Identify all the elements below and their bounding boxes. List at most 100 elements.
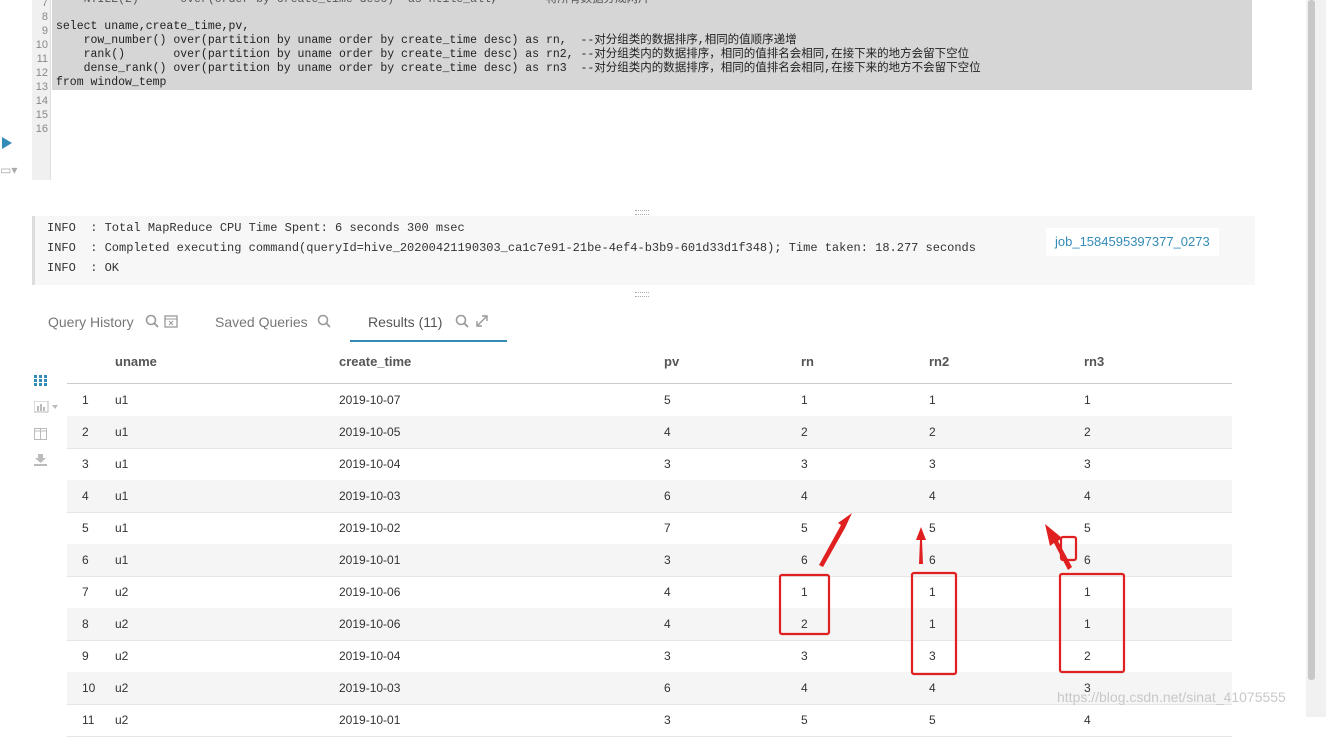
- table-cell: 1: [1084, 393, 1091, 407]
- tab-saved-queries[interactable]: Saved Queries: [215, 314, 308, 330]
- table-cell: 4: [664, 585, 671, 599]
- map-icon[interactable]: ▭▾: [0, 163, 17, 177]
- line-number-gutter: 7 8 9 10 11 12 13 14 15 16: [32, 0, 51, 180]
- page-scrollbar-thumb[interactable]: [1308, 0, 1315, 680]
- table-cell: 2: [1084, 425, 1091, 439]
- line-number: 14: [35, 95, 48, 107]
- tab-results[interactable]: Results (11): [368, 314, 442, 330]
- table-cell: 2019-10-02: [339, 521, 401, 535]
- table-cell: u1: [115, 393, 129, 407]
- row-index: 3: [82, 457, 89, 471]
- table-cell: 5: [801, 713, 808, 727]
- search-icon[interactable]: [317, 314, 331, 331]
- code-line: from window_temp: [56, 76, 167, 89]
- table-cell: 3: [801, 649, 808, 663]
- search-icon[interactable]: [145, 314, 159, 331]
- download-icon[interactable]: [34, 454, 47, 469]
- table-cell: 3: [664, 713, 671, 727]
- column-header[interactable]: rn3: [1084, 354, 1104, 369]
- table-row[interactable]: 8 u2 2019-10-06 4 2 1 1: [67, 608, 1232, 641]
- row-index: 10: [82, 681, 96, 695]
- table-cell: 2019-10-01: [339, 713, 401, 727]
- results-resize-handle[interactable]: [635, 292, 649, 297]
- line-number: 8: [41, 11, 48, 23]
- table-row[interactable]: 3 u1 2019-10-04 3 3 3 3: [67, 448, 1232, 481]
- line-number: 15: [35, 109, 48, 121]
- table-cell: 2019-10-03: [339, 681, 401, 695]
- row-index: 11: [82, 713, 95, 727]
- column-header[interactable]: pv: [664, 354, 679, 369]
- calendar-clear-icon[interactable]: [164, 314, 178, 331]
- row-index: 2: [82, 425, 89, 439]
- table-cell: 2: [801, 617, 808, 631]
- table-cell: 4: [664, 617, 671, 631]
- grid-icon[interactable]: [34, 374, 47, 389]
- table-row[interactable]: 1 u1 2019-10-07 5 1 1 1: [67, 384, 1232, 417]
- table-cell: u2: [115, 713, 129, 727]
- log-resize-handle[interactable]: [635, 210, 649, 215]
- tab-query-history[interactable]: Query History: [48, 314, 134, 330]
- job-link[interactable]: job_1584595397377_0273: [1046, 228, 1219, 256]
- table-cell: 4: [801, 489, 808, 503]
- table-cell: 2019-10-06: [339, 585, 401, 599]
- row-index: 8: [82, 617, 89, 631]
- table-cell: 2: [1084, 649, 1091, 663]
- table-cell: 3: [1084, 457, 1091, 471]
- table-cell: 1: [929, 393, 936, 407]
- table-cell: 2019-10-03: [339, 489, 401, 503]
- table-row[interactable]: 5 u1 2019-10-02 7 5 5 5: [67, 512, 1232, 545]
- table-cell: 1: [801, 393, 808, 407]
- table-cell: u1: [115, 553, 129, 567]
- table-cell: 2019-10-04: [339, 457, 401, 471]
- line-number: 16: [35, 123, 48, 135]
- table-cell: 6: [1084, 553, 1091, 567]
- active-tab-indicator: [350, 340, 507, 342]
- table-cell: 2: [929, 425, 936, 439]
- table-row[interactable]: 9 u2 2019-10-04 3 3 3 2: [67, 640, 1232, 673]
- table-row[interactable]: 2 u1 2019-10-05 4 2 2 2: [67, 416, 1232, 449]
- table-cell: 3: [801, 457, 808, 471]
- table-row[interactable]: 11 u2 2019-10-01 3 5 5 4: [67, 704, 1232, 737]
- table-cell: 2019-10-05: [339, 425, 401, 439]
- row-index: 6: [82, 553, 89, 567]
- table-cell: 5: [801, 521, 808, 535]
- column-header[interactable]: rn: [801, 354, 814, 369]
- table-cell: 4: [929, 489, 936, 503]
- column-header[interactable]: rn2: [929, 354, 949, 369]
- chart-icon[interactable]: [33, 400, 62, 416]
- log-line: INFO : OK: [47, 261, 120, 275]
- play-icon[interactable]: [2, 137, 12, 149]
- table-cell: 2019-10-07: [339, 393, 401, 407]
- table-cell: u1: [115, 521, 129, 535]
- column-header[interactable]: create_time: [339, 354, 411, 369]
- table-cell: u2: [115, 649, 129, 663]
- table-cell: u2: [115, 585, 129, 599]
- table-cell: 5: [929, 521, 936, 535]
- line-number: 9: [41, 25, 48, 37]
- table-row[interactable]: 4 u1 2019-10-03 6 4 4 4: [67, 480, 1232, 513]
- table-cell: u1: [115, 425, 129, 439]
- row-index: 1: [82, 393, 89, 407]
- table-cell: 7: [664, 521, 671, 535]
- table-cell: 3: [929, 457, 936, 471]
- column-header[interactable]: uname: [115, 354, 157, 369]
- columns-icon[interactable]: [34, 428, 47, 443]
- expand-icon[interactable]: [475, 314, 489, 331]
- log-line: INFO : Completed executing command(query…: [47, 241, 976, 255]
- table-cell: 6: [801, 553, 808, 567]
- table-cell: 6: [929, 553, 936, 567]
- table-cell: 5: [664, 393, 671, 407]
- table-cell: 1: [801, 585, 808, 599]
- table-cell: 4: [1084, 713, 1091, 727]
- table-row[interactable]: 6 u1 2019-10-01 3 6 6 6: [67, 544, 1232, 577]
- line-number: 13: [35, 81, 48, 93]
- table-cell: u2: [115, 617, 129, 631]
- table-cell: 4: [664, 425, 671, 439]
- table-cell: 1: [929, 617, 936, 631]
- row-index: 9: [82, 649, 89, 663]
- search-icon[interactable]: [455, 314, 469, 331]
- table-cell: 3: [664, 553, 671, 567]
- editor-left-toolbar: ▭▾: [0, 0, 32, 180]
- line-number: 10: [35, 39, 48, 51]
- table-row[interactable]: 7 u2 2019-10-06 4 1 1 1: [67, 576, 1232, 609]
